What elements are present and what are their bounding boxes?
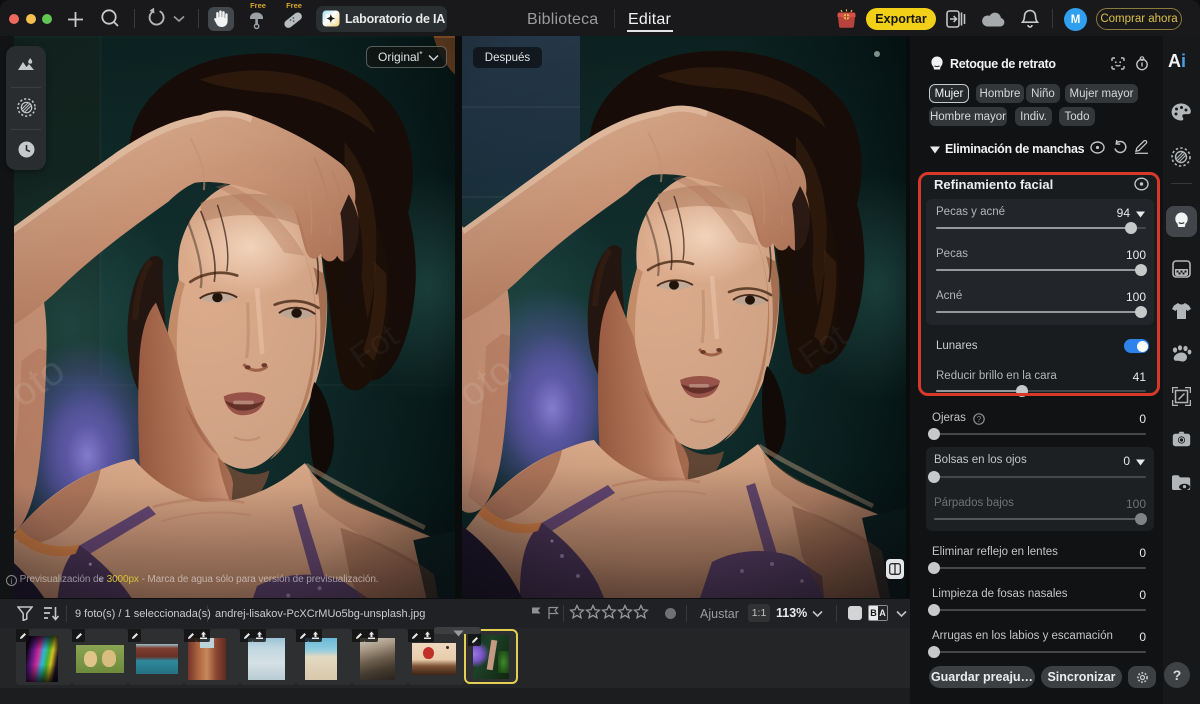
svg-text:?: ? <box>977 415 982 424</box>
